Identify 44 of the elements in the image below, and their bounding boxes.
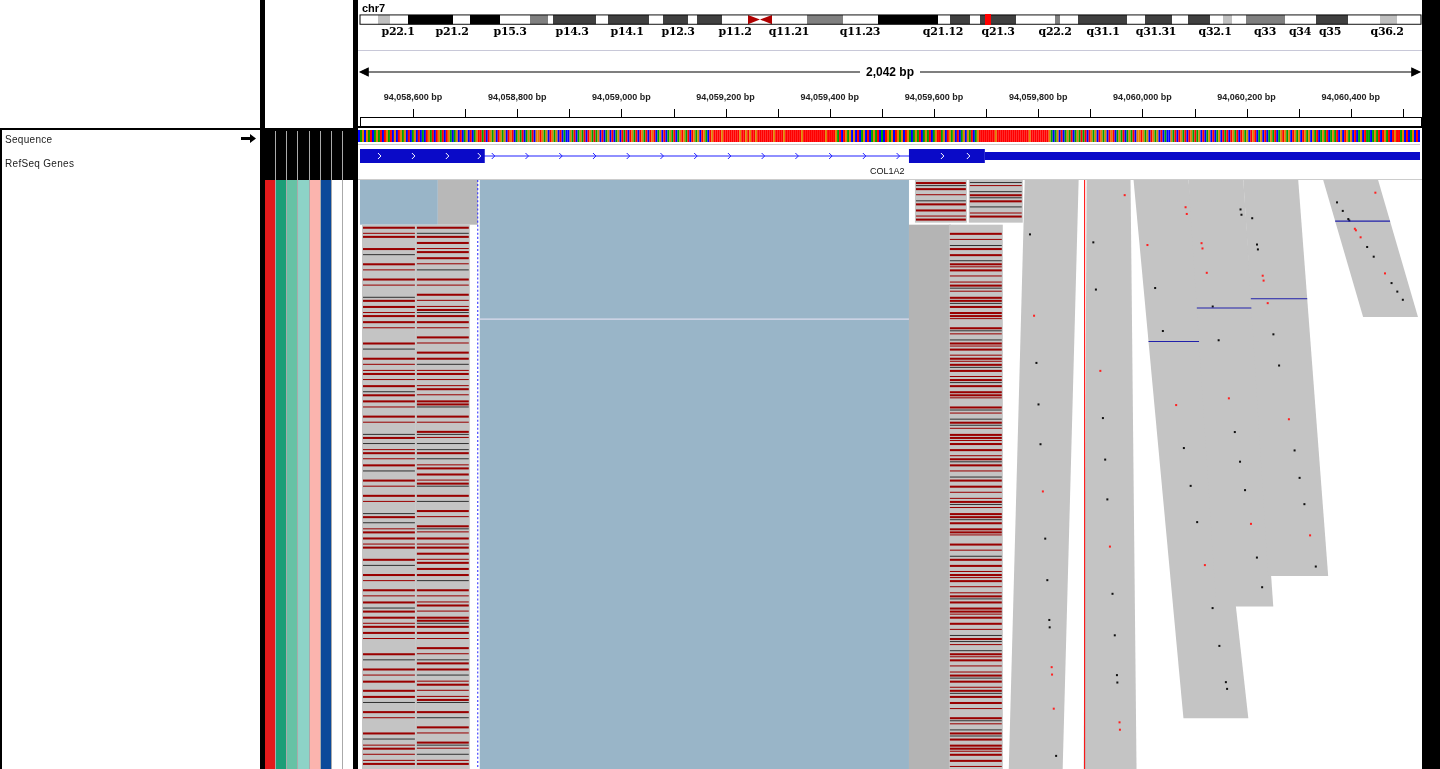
attribute-cell[interactable] — [298, 180, 309, 769]
ruler-tick-label: 94,059,800 bp — [1008, 92, 1068, 103]
cytoband-label: q35 — [1318, 25, 1342, 39]
ruler-tick-label: 94,059,200 bp — [696, 92, 755, 103]
ruler-tick-label: 94,060,400 bp — [1321, 92, 1381, 103]
cytoband-label: q33 — [1253, 25, 1277, 39]
arrow-right-icon[interactable] — [241, 134, 256, 143]
cytoband-label: q21.12 — [922, 25, 964, 39]
track-name[interactable]: Sequence — [5, 134, 53, 145]
ruler-tick-label: 94,058,600 bp — [383, 92, 443, 103]
cytoband-label: p15.3 — [493, 25, 527, 39]
attribute-cell[interactable] — [276, 180, 287, 769]
cytoband-label: q21.3 — [981, 25, 1015, 39]
cytoband-label: q31.1 — [1086, 25, 1120, 39]
ruler-tick-label: 94,058,800 bp — [487, 92, 547, 103]
cytoband-label: p14.3 — [555, 25, 589, 39]
ruler-tick-label: 94,060,200 bp — [1217, 92, 1276, 103]
ruler-tick-label: 94,059,400 bp — [800, 92, 860, 103]
cytoband-label: p21.2 — [435, 25, 469, 39]
ruler-tick-label: 94,059,000 bp — [592, 92, 651, 103]
chromosome-ideogram-drawing[interactable] — [358, 14, 1422, 26]
chromosome-name: chr7 — [361, 1, 386, 15]
cytoband-label: q32.1 — [1198, 25, 1232, 39]
track-name[interactable]: RefSeq Genes — [5, 158, 75, 169]
ruler-tick-label: 94,060,000 bp — [1113, 92, 1172, 103]
cytoband-label: p12.3 — [661, 25, 695, 39]
attribute-cell[interactable] — [309, 180, 320, 769]
ruler-tick-label: 94,059,600 bp — [904, 92, 964, 103]
cytoband-label: q31.31 — [1135, 25, 1177, 39]
cytoband-label: q22.2 — [1038, 25, 1072, 39]
attribute-cell[interactable] — [331, 180, 342, 769]
attribute-cell[interactable] — [287, 180, 298, 769]
cytoband-label: p11.2 — [718, 25, 752, 39]
cytoband-label: p14.1 — [610, 25, 644, 39]
attribute-cell[interactable] — [320, 180, 331, 769]
cytoband-label: p22.1 — [381, 25, 415, 39]
cytoband-label: q11.21 — [768, 25, 810, 39]
cytoband-label: q11.23 — [839, 25, 881, 39]
gene-name: COL1A2 — [870, 166, 905, 176]
attribute-cell[interactable] — [265, 180, 276, 769]
span-length: 2,042 bp — [865, 64, 915, 79]
cytoband-label: q36.2 — [1370, 25, 1404, 39]
attribute-cell[interactable] — [342, 180, 353, 769]
cytoband-label: q34 — [1288, 25, 1312, 39]
